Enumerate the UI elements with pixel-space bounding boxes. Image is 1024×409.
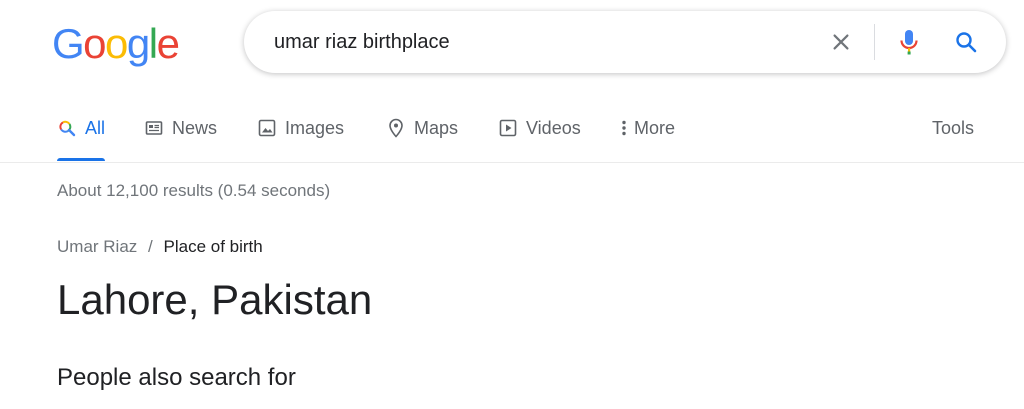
search-box[interactable]: umar riaz birthplace bbox=[244, 11, 1006, 73]
map-pin-icon bbox=[386, 118, 406, 138]
multicolor-search-icon bbox=[57, 118, 77, 138]
tab-images[interactable]: Images bbox=[257, 96, 344, 160]
breadcrumb: Umar Riaz / Place of birth bbox=[57, 237, 263, 257]
tab-all-label: All bbox=[85, 117, 106, 138]
featured-answer: Lahore, Pakistan bbox=[57, 276, 373, 323]
voice-search-button[interactable] bbox=[893, 26, 925, 58]
logo-letter: o bbox=[83, 20, 106, 67]
search-tabs: All News Images Maps Videos More Tools bbox=[0, 96, 1024, 163]
tab-more[interactable]: More bbox=[618, 96, 675, 160]
breadcrumb-entity-link[interactable]: Umar Riaz bbox=[57, 237, 137, 256]
tab-maps[interactable]: Maps bbox=[386, 96, 458, 160]
tab-videos-label: Videos bbox=[526, 117, 581, 138]
tab-maps-label: Maps bbox=[414, 117, 459, 138]
tab-news[interactable]: News bbox=[144, 96, 217, 160]
logo-letter: g bbox=[126, 20, 150, 67]
logo-letter: o bbox=[105, 20, 128, 67]
video-play-icon bbox=[498, 118, 518, 138]
news-icon bbox=[144, 118, 164, 138]
search-icon bbox=[956, 32, 977, 53]
tab-videos[interactable]: Videos bbox=[498, 96, 581, 160]
search-divider bbox=[874, 24, 875, 60]
breadcrumb-attribute: Place of birth bbox=[163, 237, 263, 256]
logo-letter: l bbox=[148, 20, 158, 67]
result-stats: About 12,100 results (0.54 seconds) bbox=[57, 181, 331, 200]
more-vertical-icon bbox=[618, 118, 630, 138]
tools-button[interactable]: Tools bbox=[932, 96, 974, 160]
search-input[interactable]: umar riaz birthplace bbox=[274, 11, 450, 73]
tab-all[interactable]: All bbox=[57, 96, 106, 161]
tab-news-label: News bbox=[172, 117, 218, 138]
tab-more-label: More bbox=[634, 117, 676, 138]
google-logo[interactable]: Google bbox=[52, 20, 180, 67]
logo-letter: e bbox=[156, 20, 180, 67]
people-also-search-heading: People also search for bbox=[57, 364, 296, 391]
tools-label: Tools bbox=[932, 117, 975, 138]
clear-button[interactable] bbox=[825, 26, 857, 58]
tab-images-label: Images bbox=[285, 117, 345, 138]
microphone-icon bbox=[900, 30, 918, 55]
logo-letter: G bbox=[52, 20, 85, 67]
search-button[interactable] bbox=[950, 26, 982, 58]
close-icon bbox=[833, 34, 849, 50]
breadcrumb-separator: / bbox=[148, 237, 153, 256]
image-icon bbox=[257, 118, 277, 138]
